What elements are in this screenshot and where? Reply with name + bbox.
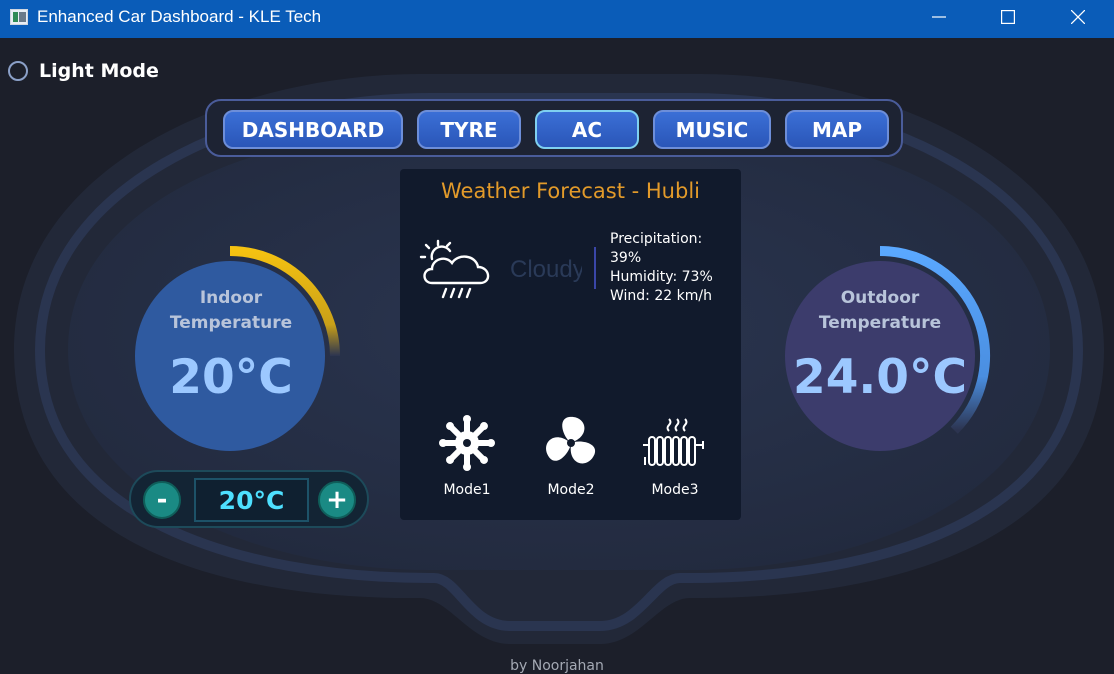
dashboard-content: Light Mode DASHBOARD TYRE AC MUSIC MAP I… <box>0 38 1114 674</box>
minimize-button[interactable] <box>916 0 962 34</box>
nav-dashboard-button[interactable]: DASHBOARD <box>223 110 403 149</box>
weather-divider <box>594 247 596 289</box>
nav-tyre-button[interactable]: TYRE <box>417 110 521 149</box>
indoor-label-line1: Indoor <box>199 288 263 308</box>
nav-bar: DASHBOARD TYRE AC MUSIC MAP <box>205 99 903 157</box>
indoor-temperature-label: Indoor Temperature <box>131 286 331 336</box>
outdoor-temperature-value: 24.0°C <box>793 350 967 405</box>
maximize-icon <box>1001 10 1015 24</box>
mode2-button[interactable] <box>526 415 616 475</box>
wind-text: Wind: 22 km/h <box>610 288 712 304</box>
footer-credit: by Noorjahan <box>510 658 604 674</box>
outdoor-temperature-label: Outdoor Temperature <box>780 286 980 336</box>
title-bar: Enhanced Car Dashboard - KLE Tech <box>0 0 1114 38</box>
increase-temperature-button[interactable]: + <box>318 481 356 519</box>
close-button[interactable] <box>1055 0 1101 34</box>
decrease-temperature-button[interactable]: - <box>143 481 181 519</box>
weather-panel: Weather Forecast - Hubli Cloudy Precipit… <box>400 169 741 520</box>
nav-ac-button[interactable]: AC <box>535 110 639 149</box>
light-mode-label: Light Mode <box>39 60 159 82</box>
app-icon <box>10 9 28 25</box>
mode3-button[interactable] <box>630 415 720 475</box>
heater-icon <box>643 418 704 466</box>
precipitation-label: Precipitation: <box>610 231 703 247</box>
fan-icon <box>546 416 596 464</box>
mode2-label: Mode2 <box>547 482 595 498</box>
mode3-label: Mode3 <box>651 482 699 498</box>
outdoor-label-line1: Outdoor <box>840 288 920 308</box>
outdoor-label-line2: Temperature <box>818 313 942 333</box>
minimize-icon <box>932 16 946 18</box>
mode1-label: Mode1 <box>443 482 491 498</box>
cloud-rain-sun-icon <box>419 239 490 299</box>
close-icon <box>1071 10 1085 24</box>
weather-title: Weather Forecast - Hubli <box>441 179 700 203</box>
light-mode-toggle[interactable]: Light Mode <box>8 60 159 82</box>
temperature-stepper: - 20°C + <box>129 470 369 528</box>
nav-map-button[interactable]: MAP <box>785 110 889 149</box>
nav-music-button[interactable]: MUSIC <box>653 110 771 149</box>
indoor-label-line2: Temperature <box>169 313 293 333</box>
light-mode-radio[interactable] <box>8 61 28 81</box>
snowflake-icon <box>439 415 495 471</box>
maximize-button[interactable] <box>985 0 1031 34</box>
weather-details: Precipitation: 39% Humidity: 73% Wind: 2… <box>610 230 713 306</box>
indoor-temperature-gauge <box>135 246 340 451</box>
outdoor-temperature-gauge <box>785 246 990 451</box>
weather-condition: Cloudy <box>510 256 582 283</box>
window-title: Enhanced Car Dashboard - KLE Tech <box>37 7 322 26</box>
mode1-button[interactable] <box>422 415 512 475</box>
indoor-temperature-value: 20°C <box>169 350 293 405</box>
humidity-text: Humidity: 73% <box>610 269 713 285</box>
set-temperature-display: 20°C <box>194 478 309 522</box>
precipitation-value: 39% <box>610 250 642 266</box>
